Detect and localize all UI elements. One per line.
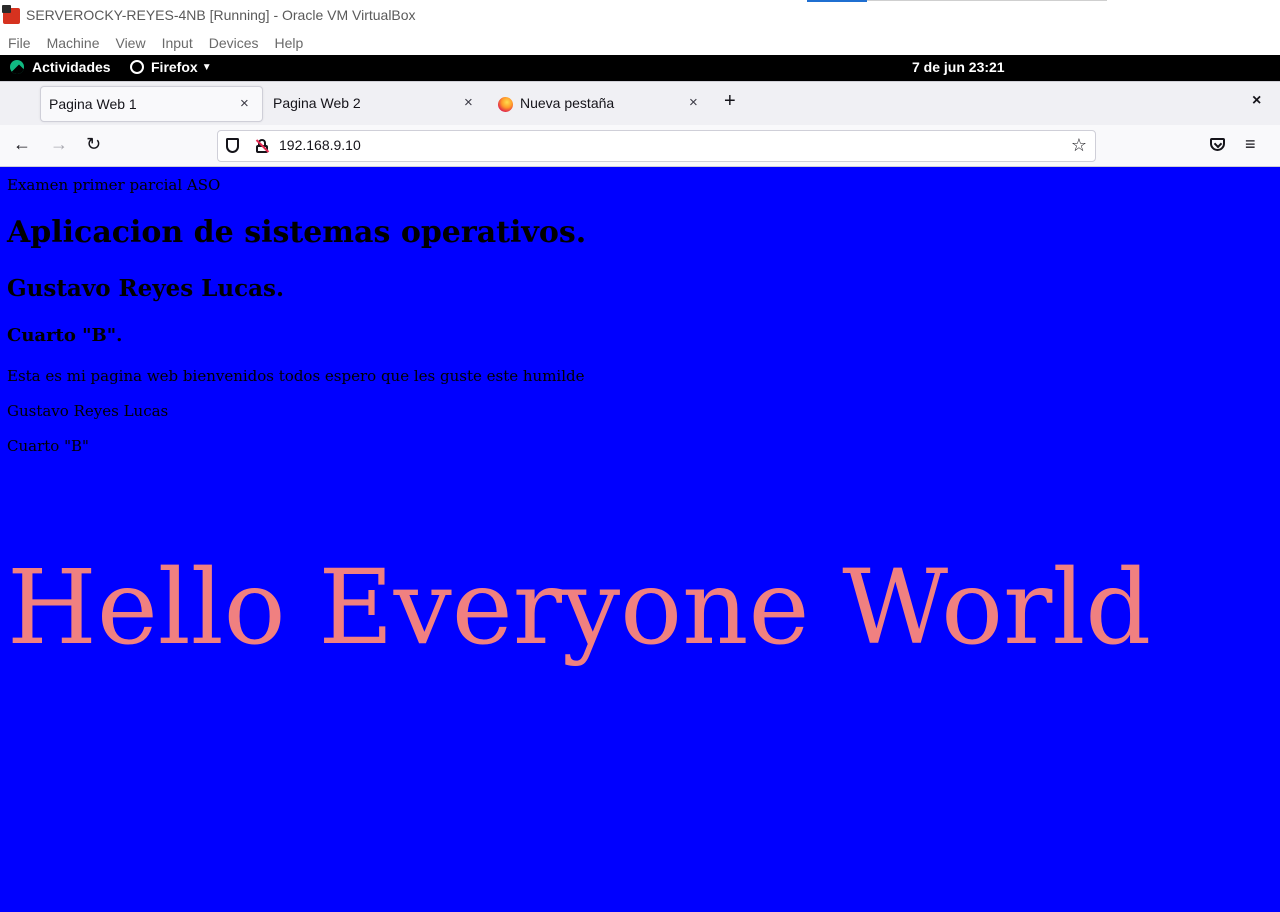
app-menu-label: Firefox [151, 59, 198, 75]
menu-input[interactable]: Input [162, 35, 193, 51]
page-heading-1: Aplicacion de sistemas operativos. [7, 215, 587, 250]
vbox-menubar: File Machine View Input Devices Help [0, 30, 1280, 55]
bookmark-star-icon[interactable]: ☆ [1071, 135, 1087, 156]
exam-line: Examen primer parcial ASO [7, 176, 221, 194]
back-arrow-icon[interactable]: ← [13, 134, 31, 155]
firefox-navbar: ← → ↻ 192.168.9.10 ☆ ≡ [0, 125, 1280, 167]
insecure-lock-icon[interactable] [255, 139, 270, 153]
close-icon[interactable]: × [240, 95, 249, 112]
vbox-titlebar: SERVEROCKY-REYES-4NB [Running] - Oracle … [0, 0, 1280, 30]
hello-banner: Hello Everyone World [7, 548, 1152, 668]
welcome-paragraph: Esta es mi pagina web bienvenidos todos … [7, 367, 585, 385]
menu-view[interactable]: View [115, 35, 145, 51]
web-page-content: Examen primer parcial ASO Aplicacion de … [0, 167, 1280, 912]
hamburger-menu-icon[interactable]: ≡ [1245, 134, 1256, 155]
tab-pagina-web-1[interactable]: Pagina Web 1 × [40, 86, 263, 122]
author-paragraph: Gustavo Reyes Lucas [7, 402, 169, 420]
close-window-button[interactable]: × [1252, 92, 1261, 110]
activities-button[interactable]: Actividades [10, 59, 111, 75]
virtualbox-icon [2, 5, 22, 25]
gnome-top-bar: Actividades Firefox ▼ 7 de jun 23:21 [0, 55, 1280, 81]
group-paragraph: Cuarto "B" [7, 437, 89, 455]
tab-nueva-pestana[interactable]: Nueva pestaña × [495, 86, 713, 122]
tab-pagina-web-2[interactable]: Pagina Web 2 × [265, 86, 488, 122]
tab-label: Pagina Web 1 [49, 96, 137, 112]
reload-icon[interactable]: ↻ [86, 134, 101, 155]
close-icon[interactable]: × [464, 94, 473, 111]
url-bar[interactable]: 192.168.9.10 ☆ [217, 130, 1096, 162]
title-divider-line [867, 0, 1107, 1]
page-heading-3: Cuarto "B". [7, 325, 123, 346]
menu-help[interactable]: Help [275, 35, 304, 51]
firefox-symbolic-icon [130, 60, 144, 74]
rocky-logo-icon [10, 60, 24, 74]
clock[interactable]: 7 de jun 23:21 [912, 59, 1005, 75]
tab-label: Pagina Web 2 [273, 95, 361, 111]
caret-down-icon: ▼ [201, 61, 212, 73]
forward-arrow-icon[interactable]: → [50, 134, 68, 155]
tab-label: Nueva pestaña [520, 95, 615, 111]
activities-label: Actividades [32, 59, 111, 75]
close-icon[interactable]: × [689, 94, 698, 111]
menu-devices[interactable]: Devices [209, 35, 259, 51]
page-heading-2: Gustavo Reyes Lucas. [7, 275, 285, 302]
menu-machine[interactable]: Machine [47, 35, 100, 51]
app-menu-firefox[interactable]: Firefox ▼ [130, 59, 212, 75]
firefox-favicon-icon [498, 97, 513, 112]
pocket-icon[interactable] [1210, 138, 1225, 151]
vbox-window-title: SERVEROCKY-REYES-4NB [Running] - Oracle … [26, 7, 416, 23]
url-text[interactable]: 192.168.9.10 [279, 137, 361, 153]
menu-file[interactable]: File [8, 35, 31, 51]
firefox-tabstrip: Pagina Web 1 × Pagina Web 2 × Nueva pest… [0, 81, 1280, 125]
new-tab-button[interactable]: + [724, 90, 736, 113]
tracking-protection-shield-icon[interactable] [226, 138, 239, 153]
title-accent-line [807, 0, 867, 2]
